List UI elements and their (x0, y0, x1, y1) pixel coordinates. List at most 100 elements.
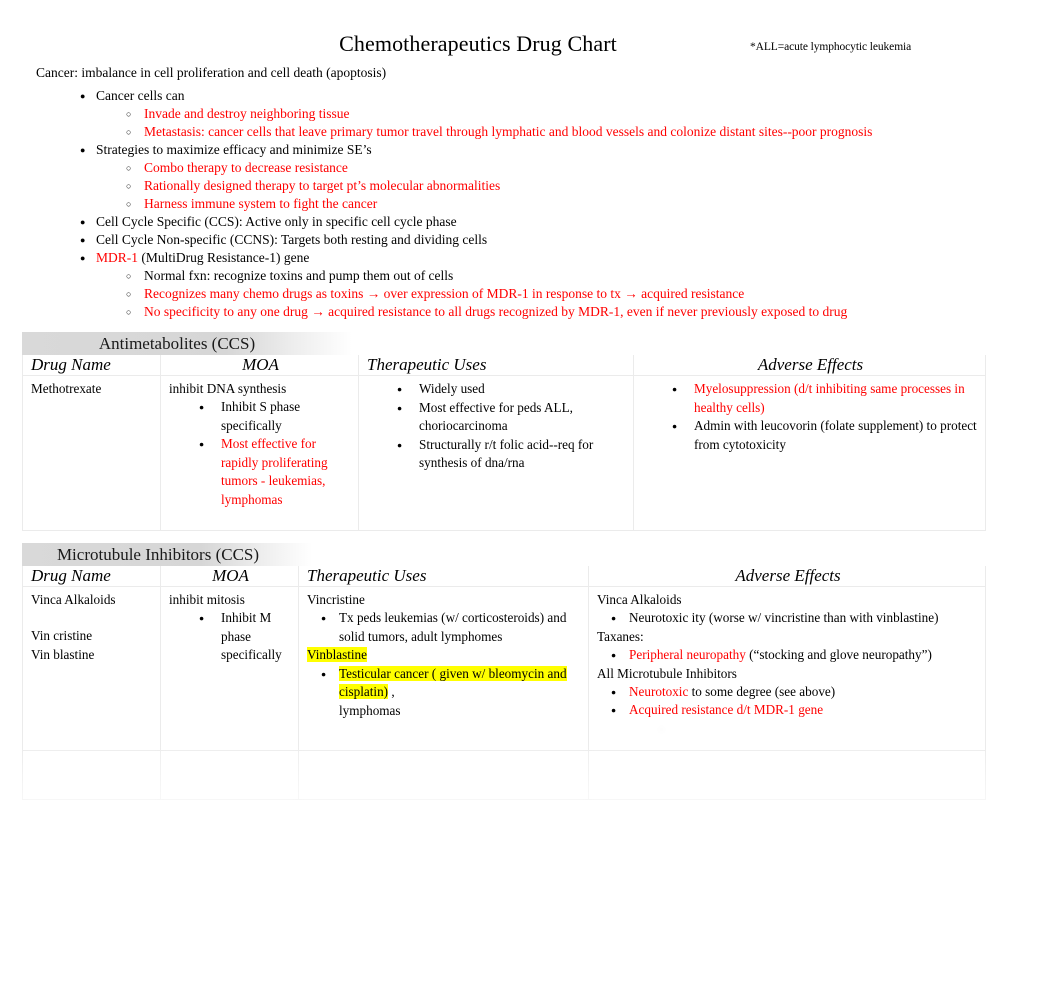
list-item-cutoff (629, 720, 979, 739)
intro-outline: Cancer: imbalance in cell proliferation … (36, 64, 1036, 321)
cell-drug-name-cutoff (22, 750, 161, 801)
list-item: Harness immune system to fight the cance… (96, 195, 1036, 213)
bullet-text: Cell Cycle Non-specific (CCNS): Targets … (96, 232, 488, 247)
list-item: Inhibit S phase specifically (169, 398, 352, 435)
cell-moa: inhibit mitosis Inhibit M phase specific… (160, 586, 299, 752)
bullet-text: Inhibit S phase specifically (221, 399, 301, 433)
bullet-text: Most effective for rapidly proliferating… (221, 436, 328, 507)
column-header-adverse-effects: Adverse Effects (588, 566, 986, 588)
intro-bullet-list: Cancer cells can Invade and destroy neig… (36, 87, 1036, 321)
cell-therapeutic-uses: Vincristine Tx peds leukemias (w/ cortic… (298, 586, 589, 752)
moa-bullet-list: Inhibit M phase specifically (169, 609, 292, 665)
cell-drug-name: Methotrexate (22, 375, 161, 532)
bullet-text-tail: , (388, 684, 395, 700)
antimetabolites-title-bar: Antimetabolites (CCS) (22, 332, 985, 355)
bullet-text: Inhibit M phase specifically (221, 610, 282, 663)
table-row-cutoff (22, 750, 986, 801)
column-header-therapeutic-uses: Therapeutic Uses (298, 566, 589, 588)
list-item: Rationally designed therapy to target pt… (96, 177, 1036, 195)
list-item: Recognizes many chemo drugs as toxins → … (96, 285, 1036, 303)
microtubule-title: Microtubule Inhibitors (CCS) (56, 545, 260, 564)
bullet-text: Invade and destroy neighboring tissue (144, 106, 350, 121)
document-page: Chemotherapeutics Drug Chart *ALL=acute … (0, 0, 1062, 1006)
antimetabolites-title: Antimetabolites (CCS) (98, 334, 256, 353)
microtubule-inhibitors-table-section: Microtubule Inhibitors (CCS) Drug Name M… (22, 543, 986, 801)
bullet-text-red: Acquired resistance d/t MDR-1 gene (629, 702, 824, 718)
drug-name-vinblastine: Vin blastine (31, 646, 95, 662)
list-item: No specificity to any one drug → acquire… (96, 303, 1036, 321)
list-item: Inhibit M phase specifically (169, 609, 292, 665)
list-item: Metastasis: cancer cells that leave prim… (96, 123, 1036, 141)
bullet-text: Myelosuppression (d/t inhibiting same pr… (694, 381, 965, 415)
intro-lead: Cancer: imbalance in cell proliferation … (36, 65, 387, 80)
cell-moa: inhibit DNA synthesis Inhibit S phase sp… (160, 375, 359, 532)
highlighted-text: Vinblastine (307, 647, 368, 663)
list-item: Acquired resistance d/t MDR-1 gene (597, 701, 979, 738)
bullet-text: Rationally designed therapy to target pt… (144, 178, 501, 193)
bullet-text-red: Neurotoxic (629, 683, 689, 699)
adverse-group-vinca-alkaloids: Vinca Alkaloids (597, 592, 682, 608)
adverse-bullet-list: Myelosuppression (d/t inhibiting same pr… (642, 380, 979, 454)
footnote-all-abbreviation: *ALL=acute lymphocytic leukemia (750, 41, 912, 53)
column-header-moa: MOA (160, 566, 299, 588)
antimetabolites-table-section: Antimetabolites (CCS) Drug Name MOA Ther… (22, 332, 986, 532)
list-item: Tx peds leukemias (w/ corticosteroids) a… (307, 609, 582, 646)
column-header-moa: MOA (160, 355, 359, 377)
table-row: Methotrexate inhibit DNA synthesis Inhib… (22, 375, 986, 532)
bullet-text: No specificity to any one drug → acquire… (144, 304, 848, 319)
cell-adverse-effects-cutoff (588, 750, 986, 801)
sub-bullet-list: Combo therapy to decrease resistance Rat… (96, 159, 1036, 213)
bullet-text: Cancer cells can (96, 88, 185, 103)
column-header-drug-name: Drug Name (22, 355, 161, 377)
list-item: Invade and destroy neighboring tissue (96, 105, 1036, 123)
list-item: Strategies to maximize efficacy and mini… (36, 141, 1036, 213)
list-item: Myelosuppression (d/t inhibiting same pr… (642, 380, 979, 417)
uses-continuation-lymphomas: lymphomas (339, 702, 401, 718)
bullet-text-black: to some degree (see above) (688, 683, 836, 699)
cell-therapeutic-uses-cutoff (298, 750, 589, 801)
list-item: Cell Cycle Specific (CCS): Active only i… (36, 213, 1036, 231)
bullet-text: Normal fxn: recognize toxins and pump th… (144, 268, 454, 283)
drug-name-methotrexate: Methotrexate (31, 381, 102, 397)
uses-bullet-list-vincristine: Tx peds leukemias (w/ corticosteroids) a… (307, 609, 582, 646)
adverse-group-taxanes: Taxanes: (597, 628, 644, 644)
adverse-bullet-list-vinca: Neurotoxic ity (worse w/ vincristine tha… (597, 609, 979, 628)
cell-drug-name: Vinca Alkaloids Vin cristine Vin blastin… (22, 586, 161, 752)
table-header-row: Drug Name MOA Therapeutic Uses Adverse E… (22, 566, 986, 588)
uses-bullet-list-vinblastine: Testicular cancer ( given w/ bleomycin a… (307, 665, 582, 702)
bullet-text: Harness immune system to fight the cance… (144, 196, 378, 211)
bullet-text: Most effective for peds ALL, choriocarci… (419, 399, 573, 434)
column-header-adverse-effects: Adverse Effects (633, 355, 986, 377)
uses-bullet-list: Widely used Most effective for peds ALL,… (367, 380, 627, 473)
sub-bullet-list (629, 720, 979, 739)
sub-bullet-list: Normal fxn: recognize toxins and pump th… (96, 267, 1036, 321)
bullet-text: Admin with leucovorin (folate supplement… (694, 418, 977, 452)
drug-name-vincristine: Vin cristine (31, 628, 93, 644)
list-item: Cancer cells can Invade and destroy neig… (36, 87, 1036, 141)
antimetabolites-table: Drug Name MOA Therapeutic Uses Adverse E… (22, 355, 986, 532)
bullet-text: Structurally r/t folic acid--req for syn… (419, 436, 594, 471)
mdr1-label: MDR-1 (96, 250, 139, 265)
list-item: Widely used (367, 380, 627, 399)
adverse-group-all-microtubule: All Microtubule Inhibitors (597, 665, 737, 681)
list-item: Structurally r/t folic acid--req for syn… (367, 436, 627, 473)
uses-group-vinblastine: Vinblastine (307, 646, 582, 664)
uses-group-vincristine: Vincristine (307, 592, 365, 608)
list-item: Combo therapy to decrease resistance (96, 159, 1036, 177)
list-item: Normal fxn: recognize toxins and pump th… (96, 267, 1036, 285)
moa-lead: inhibit mitosis (169, 592, 245, 608)
table-row: Vinca Alkaloids Vin cristine Vin blastin… (22, 586, 986, 752)
bullet-text: Metastasis: cancer cells that leave prim… (144, 124, 873, 139)
list-item-mdr1: MDR-1 (MultiDrug Resistance-1) gene Norm… (36, 249, 1036, 321)
mdr1-description: (MultiDrug Resistance-1) gene (138, 250, 310, 265)
cell-therapeutic-uses: Widely used Most effective for peds ALL,… (358, 375, 634, 532)
list-item: Most effective for rapidly proliferating… (169, 435, 352, 509)
cell-adverse-effects: Myelosuppression (d/t inhibiting same pr… (633, 375, 986, 532)
adverse-bullet-list-all: Neurotoxic to some degree (see above) Ac… (597, 683, 979, 739)
list-item: Peripheral neuropathy (“stocking and glo… (597, 646, 979, 665)
cell-adverse-effects: Vinca Alkaloids Neurotoxic ity (worse w/… (588, 586, 986, 752)
bullet-text: Neurotoxic ity (worse w/ vincristine tha… (629, 610, 939, 626)
bullet-text: Strategies to maximize efficacy and mini… (96, 142, 372, 157)
bullet-text: Widely used (419, 381, 485, 397)
sub-bullet-list: Invade and destroy neighboring tissue Me… (96, 105, 1036, 141)
